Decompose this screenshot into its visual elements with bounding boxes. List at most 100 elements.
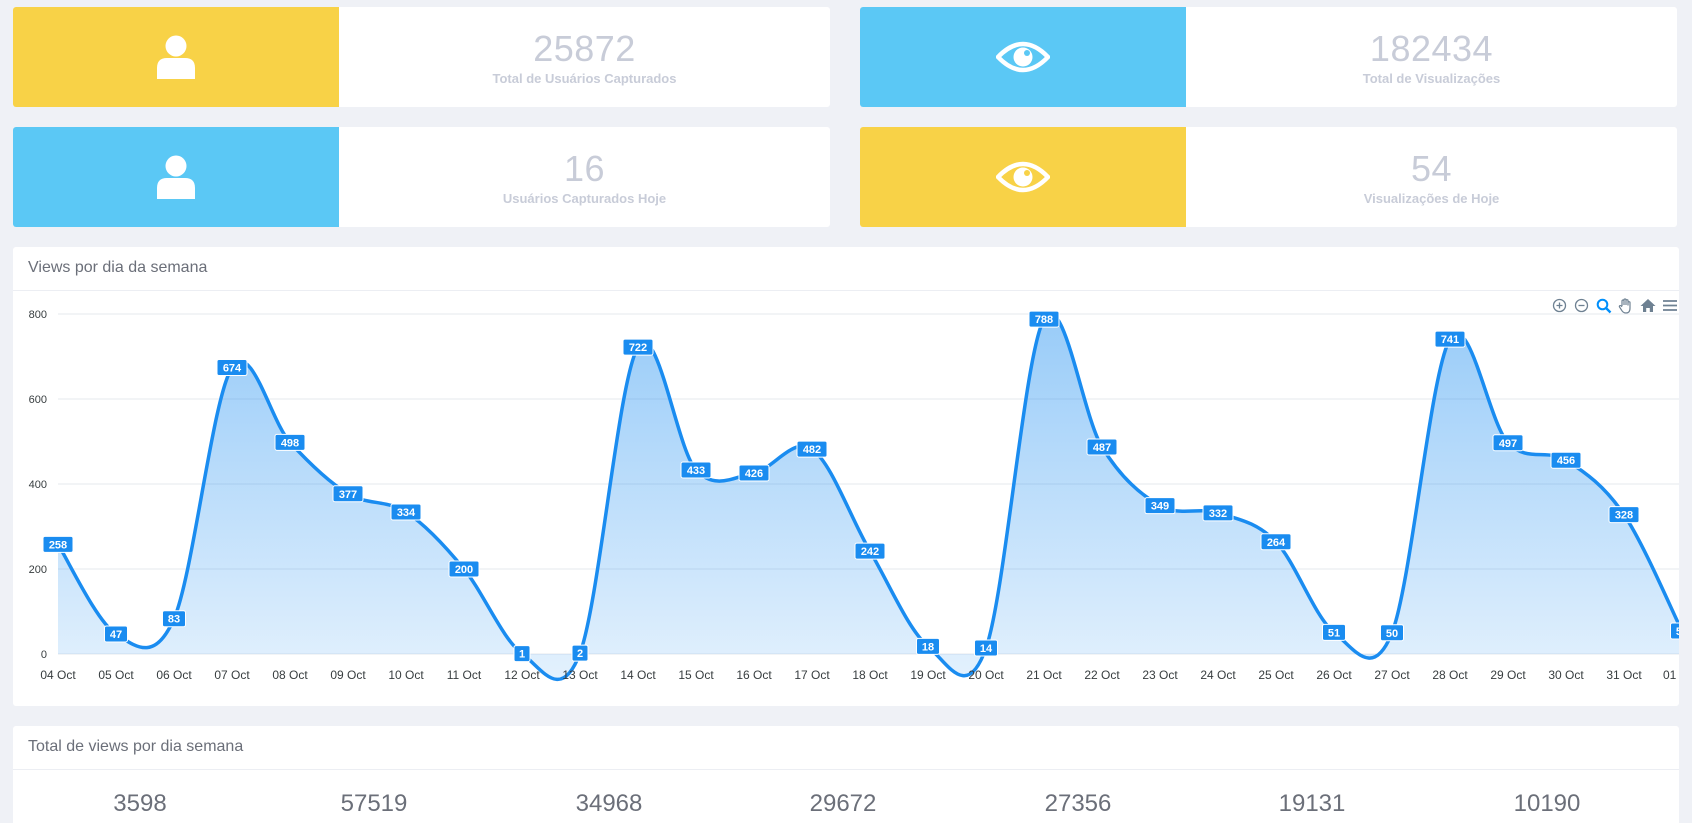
data-label-text: 332 <box>1209 508 1227 520</box>
x-tick-label: 09 Oct <box>330 668 366 682</box>
data-label: 51 <box>1322 623 1346 641</box>
user-icon <box>157 155 195 199</box>
stat-label: Total de Usuários Capturados <box>492 70 677 86</box>
data-label: 497 <box>1492 434 1524 452</box>
total-value: 57519 <box>340 790 408 817</box>
x-tick-label: 01 Nov <box>1663 668 1679 682</box>
x-tick-label: 07 Oct <box>214 668 250 682</box>
data-label: 50 <box>1380 624 1404 642</box>
stat-label: Total de Visualizações <box>1362 70 1501 86</box>
data-label: 377 <box>332 485 364 503</box>
data-label-text: 426 <box>745 468 763 480</box>
data-label-text: 497 <box>1499 438 1517 450</box>
data-label-text: 14 <box>980 643 993 655</box>
data-label: 332 <box>1202 504 1234 522</box>
total-value: 10190 <box>1513 790 1581 817</box>
total-value: 27356 <box>1044 790 1112 817</box>
stat-value: 54 <box>1410 147 1453 189</box>
x-tick-label: 29 Oct <box>1490 668 1526 682</box>
data-label: 54 <box>1670 622 1679 640</box>
x-tick-label: 21 Oct <box>1026 668 1062 682</box>
stat-label: Visualizações de Hoje <box>1363 190 1500 206</box>
stat-label: Usuários Capturados Hoje <box>502 190 667 206</box>
data-label-text: 50 <box>1386 628 1398 640</box>
y-tick-label: 200 <box>29 564 47 576</box>
y-tick-label: 800 <box>29 309 47 321</box>
data-label-text: 349 <box>1151 501 1169 513</box>
data-label-text: 674 <box>223 363 242 375</box>
x-tick-label: 27 Oct <box>1374 668 1410 682</box>
x-tick-label: 24 Oct <box>1200 668 1236 682</box>
data-label-text: 242 <box>861 546 879 558</box>
x-tick-label: 04 Oct <box>40 668 76 682</box>
data-label-text: 51 <box>1328 627 1340 639</box>
x-tick-label: 12 Oct <box>504 668 540 682</box>
x-tick-label: 30 Oct <box>1548 668 1584 682</box>
x-tick-label: 06 Oct <box>156 668 192 682</box>
views-area-chart: 258 47 83 674 498 377 334 200 1 2 722 433 426 482 242 1… <box>29 309 1679 682</box>
totals-panel-title: Total de views por dia semana <box>13 726 1679 770</box>
data-label: 2 <box>571 644 589 662</box>
data-label: 18 <box>916 637 940 655</box>
data-label: 456 <box>1550 451 1582 469</box>
data-label-text: 498 <box>281 437 299 449</box>
data-label-text: 741 <box>1441 334 1459 346</box>
data-label-text: 788 <box>1035 314 1053 326</box>
data-label-text: 482 <box>803 444 821 456</box>
stat-card-views-today: 54 Visualizações de Hoje <box>860 127 1677 227</box>
data-label-text: 433 <box>687 465 705 477</box>
x-tick-label: 22 Oct <box>1084 668 1120 682</box>
data-label-text: 83 <box>168 614 180 626</box>
data-label: 788 <box>1028 310 1060 328</box>
data-label-text: 47 <box>110 629 122 641</box>
x-tick-label: 16 Oct <box>736 668 772 682</box>
data-label: 487 <box>1086 438 1118 456</box>
x-tick-label: 28 Oct <box>1432 668 1468 682</box>
stat-card-users-today: 16 Usuários Capturados Hoje <box>13 127 830 227</box>
total-value: 19131 <box>1278 790 1346 817</box>
x-tick-label: 14 Oct <box>620 668 656 682</box>
data-label: 242 <box>854 542 886 560</box>
x-tick-label: 19 Oct <box>910 668 946 682</box>
x-tick-label: 05 Oct <box>98 668 134 682</box>
y-tick-label: 0 <box>41 649 47 661</box>
x-tick-label: 18 Oct <box>852 668 888 682</box>
data-label-text: 54 <box>1676 626 1679 638</box>
stat-value: 25872 <box>533 27 636 69</box>
eye-icon <box>996 41 1050 73</box>
data-label: 47 <box>104 625 128 643</box>
x-tick-label: 26 Oct <box>1316 668 1352 682</box>
y-tick-label: 600 <box>29 394 47 406</box>
stat-icon-box <box>13 7 339 107</box>
data-label: 433 <box>680 461 712 479</box>
x-tick-label: 13 Oct <box>562 668 598 682</box>
data-label: 482 <box>796 440 828 458</box>
x-tick-label: 10 Oct <box>388 668 424 682</box>
data-label-text: 487 <box>1093 442 1111 454</box>
x-tick-label: 20 Oct <box>968 668 1004 682</box>
data-label-text: 328 <box>1615 510 1633 522</box>
area-fill <box>58 313 1679 680</box>
data-label-text: 722 <box>629 342 647 354</box>
stat-icon-box <box>13 127 339 227</box>
chart-panel-title: Views por dia da semana <box>13 247 1679 291</box>
data-label: 426 <box>738 464 770 482</box>
stat-card-total-users: 25872 Total de Usuários Capturados <box>13 7 830 107</box>
stat-card-total-views: 182434 Total de Visualizações <box>860 7 1677 107</box>
data-label-text: 334 <box>397 507 416 519</box>
data-label-text: 264 <box>1267 537 1286 549</box>
data-label: 264 <box>1260 533 1292 551</box>
data-label: 674 <box>216 359 248 377</box>
data-label: 498 <box>274 433 306 451</box>
stat-icon-box <box>860 7 1186 107</box>
views-chart-panel: Views por dia da semana 258 47 83 674 49… <box>13 247 1679 706</box>
y-tick-label: 400 <box>29 479 47 491</box>
data-label-text: 200 <box>455 564 473 576</box>
x-tick-label: 15 Oct <box>678 668 714 682</box>
data-label: 258 <box>42 535 74 553</box>
data-label-text: 18 <box>922 641 934 653</box>
total-value: 29672 <box>809 790 877 817</box>
data-label: 14 <box>974 639 998 657</box>
x-tick-label: 31 Oct <box>1606 668 1642 682</box>
data-label: 722 <box>622 338 654 356</box>
